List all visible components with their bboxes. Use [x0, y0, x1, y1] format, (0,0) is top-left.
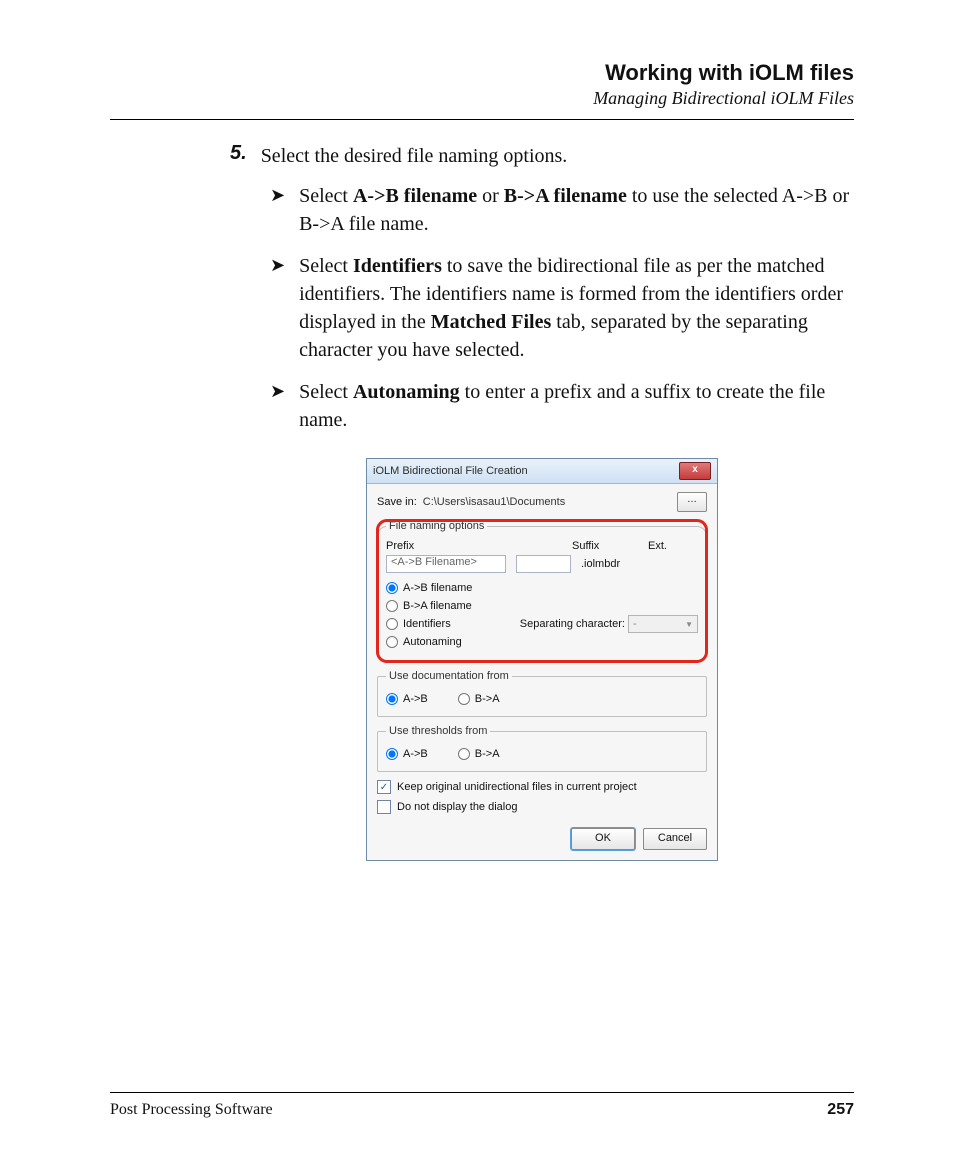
body: 5. Select the desired file naming option… [230, 142, 854, 861]
checkbox-icon [377, 800, 391, 814]
chapter-title: Working with iOLM files [110, 60, 854, 86]
bullet-arrow-icon: ➤ [270, 182, 285, 238]
bullet-3-text: Select Autonaming to enter a prefix and … [299, 378, 854, 434]
file-naming-group: File naming options Prefix Suffix Ext. <… [377, 520, 707, 662]
suffix-label: Suffix [572, 540, 632, 552]
doc-ba[interactable]: B->A [458, 690, 500, 708]
step-5: 5. Select the desired file naming option… [230, 142, 854, 170]
dialog-screenshot: iOLM Bidirectional File Creation x Save … [366, 458, 718, 861]
bullet-2-text: Select Identifiers to save the bidirecti… [299, 252, 854, 364]
header-rule [110, 119, 854, 120]
use-doc-legend: Use documentation from [386, 670, 512, 682]
suffix-input[interactable] [516, 555, 571, 573]
radio-ab-filename[interactable]: A->B filename [386, 579, 698, 597]
bullet-list: ➤ Select A->B filename or B->A filename … [270, 182, 854, 434]
radio-ba-filename[interactable]: B->A filename [386, 597, 698, 615]
cancel-button[interactable]: Cancel [643, 828, 707, 850]
browse-button[interactable]: … [677, 492, 707, 512]
file-naming-legend: File naming options [386, 520, 487, 532]
hide-dialog-label: Do not display the dialog [397, 801, 517, 813]
thr-ab[interactable]: A->B [386, 745, 428, 763]
bullet-2: ➤ Select Identifiers to save the bidirec… [270, 252, 854, 364]
bullet-arrow-icon: ➤ [270, 378, 285, 434]
page-number: 257 [827, 1101, 854, 1119]
doc-ab[interactable]: A->B [386, 690, 428, 708]
radio-identifiers[interactable]: Identifiers [386, 615, 451, 633]
page-header: Working with iOLM files Managing Bidirec… [110, 60, 854, 109]
prefix-label: Prefix [386, 540, 556, 552]
checkbox-checked-icon: ✓ [377, 780, 391, 794]
footer-left: Post Processing Software [110, 1101, 273, 1119]
bullet-1-text: Select A->B filename or B->A filename to… [299, 182, 854, 238]
keep-files-row[interactable]: ✓ Keep original unidirectional files in … [377, 780, 707, 794]
close-button[interactable]: x [679, 462, 711, 480]
dialog-titlebar: iOLM Bidirectional File Creation x [367, 459, 717, 484]
keep-files-label: Keep original unidirectional files in cu… [397, 781, 637, 793]
save-path: C:\Users\isasau1\Documents [423, 496, 671, 508]
bullet-3: ➤ Select Autonaming to enter a prefix an… [270, 378, 854, 434]
bullet-arrow-icon: ➤ [270, 252, 285, 364]
ext-value: .iolmbdr [581, 558, 631, 570]
page-footer: Post Processing Software 257 [110, 1092, 854, 1119]
thr-ba[interactable]: B->A [458, 745, 500, 763]
dialog-title: iOLM Bidirectional File Creation [373, 465, 528, 477]
chevron-down-icon: ▼ [685, 620, 693, 629]
save-in-row: Save in: C:\Users\isasau1\Documents … [377, 492, 707, 512]
dialog-body: Save in: C:\Users\isasau1\Documents … Fi… [367, 484, 717, 860]
radio-autonaming[interactable]: Autonaming [386, 633, 698, 651]
hide-dialog-row[interactable]: Do not display the dialog [377, 800, 707, 814]
use-thr-group: Use thresholds from A->B B->A [377, 725, 707, 772]
ext-label: Ext. [648, 540, 698, 552]
step-number: 5. [230, 142, 247, 170]
prefix-input[interactable]: <A->B Filename> [386, 555, 506, 573]
save-in-label: Save in: [377, 496, 417, 508]
use-doc-group: Use documentation from A->B B->A [377, 670, 707, 717]
page: Working with iOLM files Managing Bidirec… [0, 0, 954, 1159]
sep-combo[interactable]: -▼ [628, 615, 698, 633]
step-text: Select the desired file naming options. [261, 142, 568, 170]
sep-label: Separating character: [520, 618, 625, 630]
ok-button[interactable]: OK [571, 828, 635, 850]
bullet-1: ➤ Select A->B filename or B->A filename … [270, 182, 854, 238]
use-thr-legend: Use thresholds from [386, 725, 490, 737]
section-title: Managing Bidirectional iOLM Files [110, 88, 854, 109]
